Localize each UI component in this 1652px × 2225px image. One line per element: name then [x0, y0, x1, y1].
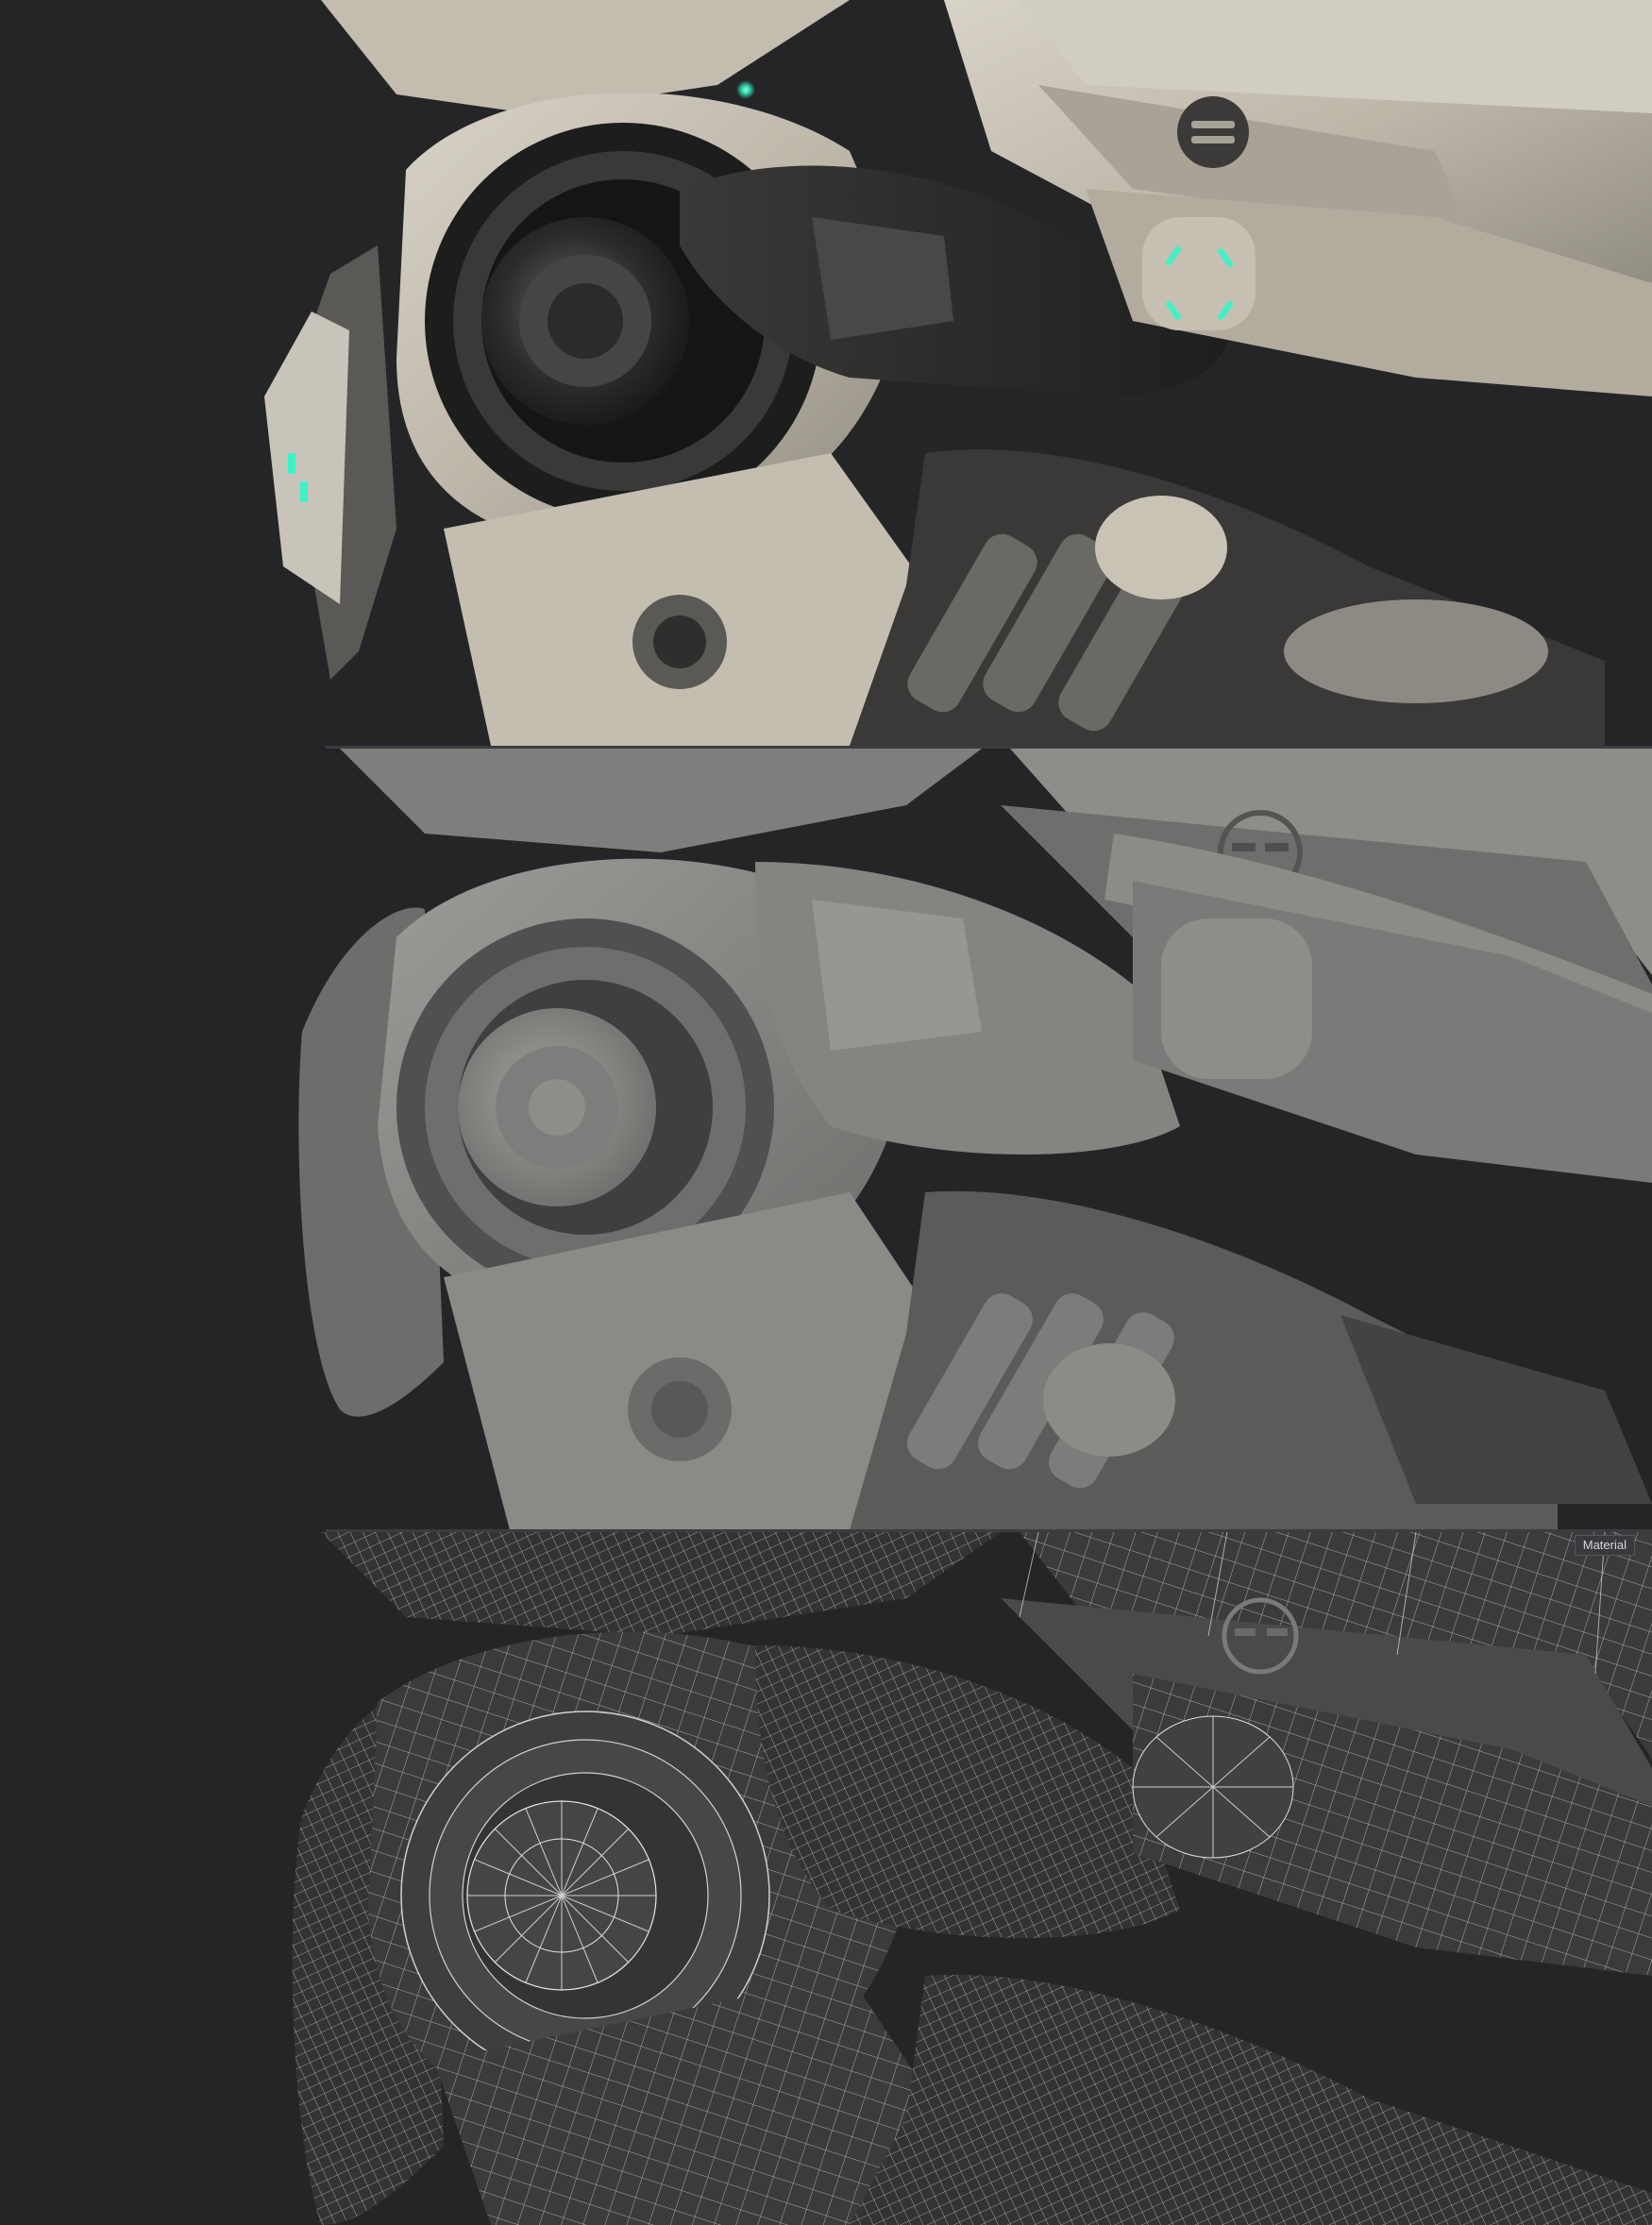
- textured-render-panel: [0, 0, 1652, 746]
- textured-render-illustration: [0, 0, 1652, 746]
- clay-render-illustration: [0, 749, 1652, 1530]
- clay-render-panel: [0, 749, 1652, 1530]
- glow-light-icon: [736, 80, 755, 99]
- wireframe-render-panel: Material: [0, 1532, 1652, 2225]
- wireframe-render-illustration: [0, 1532, 1652, 2225]
- material-tag[interactable]: Material: [1574, 1535, 1635, 1556]
